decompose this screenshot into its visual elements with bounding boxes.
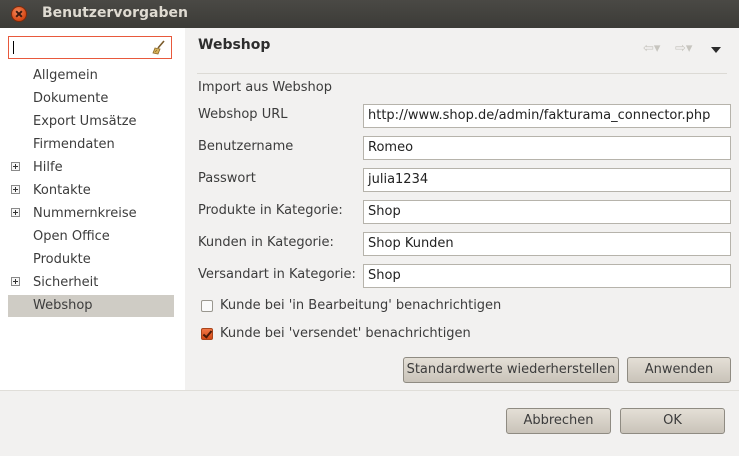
sidebar-item[interactable]: Hilfe (8, 157, 174, 179)
text-field[interactable]: Romeo (363, 136, 731, 160)
field-label: Webshop URL (198, 107, 288, 122)
close-icon[interactable] (11, 6, 27, 22)
title-bar: Benutzervorgaben (0, 0, 739, 28)
sidebar-item-label: Sicherheit (33, 275, 99, 290)
sidebar-item[interactable]: Sicherheit (8, 272, 174, 294)
field-label: Benutzername (198, 139, 294, 154)
checkbox[interactable] (201, 300, 213, 312)
text-field[interactable]: julia1234 (363, 168, 731, 192)
sidebar-item[interactable]: Kontakte (8, 180, 174, 202)
sidebar-item-label: Webshop (33, 298, 93, 313)
group-title: Import aus Webshop (198, 80, 332, 95)
sidebar-item-label: Allgemein (33, 68, 98, 83)
ok-button[interactable]: OK (620, 408, 725, 434)
text-field[interactable]: Shop (363, 200, 731, 224)
cancel-button[interactable]: Abbrechen (506, 408, 611, 434)
sidebar-item[interactable]: Nummernkreise (8, 203, 174, 225)
sidebar-item-label: Open Office (33, 229, 110, 244)
sidebar-item[interactable]: Open Office (8, 226, 174, 248)
sidebar-item-label: Produkte (33, 252, 91, 267)
field-label: Kunden in Kategorie: (198, 235, 334, 250)
sidebar-item[interactable]: Firmendaten (8, 134, 174, 156)
sidebar-item[interactable]: Allgemein (8, 65, 174, 87)
title-separator (197, 73, 727, 74)
footer-separator (0, 390, 739, 391)
restore-defaults-button[interactable]: Standardwerte wiederherstellen (403, 357, 619, 383)
sidebar-item[interactable]: Produkte (8, 249, 174, 271)
sidebar-item[interactable]: Dokumente (8, 88, 174, 110)
triangle-down-icon[interactable] (711, 47, 721, 53)
field-label: Produkte in Kategorie: (198, 203, 343, 218)
window-title: Benutzervorgaben (42, 5, 188, 21)
arrow-left-icon[interactable]: ⇦▾ (643, 42, 660, 56)
sidebar-item-label: Hilfe (33, 160, 63, 175)
sidebar-item-label: Export Umsätze (33, 114, 137, 129)
plus-box-icon[interactable] (11, 162, 20, 171)
page-title: Webshop (198, 37, 271, 53)
text-field[interactable]: Shop Kunden (363, 232, 731, 256)
field-label: Versandart in Kategorie: (198, 267, 356, 282)
text-cursor (13, 41, 14, 54)
sidebar-item-label: Nummernkreise (33, 206, 137, 221)
page-navigation: ⇦▾ ⇨▾ (643, 42, 723, 58)
checkbox-label[interactable]: Kunde bei 'in Bearbeitung' benachrichtig… (220, 298, 501, 313)
filter-input[interactable] (8, 36, 172, 59)
checkbox[interactable] (201, 328, 213, 340)
sidebar-item-label: Dokumente (33, 91, 109, 106)
sidebar-item[interactable]: Export Umsätze (8, 111, 174, 133)
plus-box-icon[interactable] (11, 208, 20, 217)
preferences-tree: Allgemein Dokumente Export Umsätze Firmenda… (0, 28, 185, 390)
plus-box-icon[interactable] (11, 277, 20, 286)
preferences-dialog: Benutzervorgaben Allgemein Dokumente Expor… (0, 0, 739, 456)
field-label: Passwort (198, 171, 256, 186)
preference-page: Webshop ⇦▾ ⇨▾ Import aus Webshop Webshop… (185, 28, 739, 390)
sidebar-item[interactable]: Webshop (8, 295, 174, 317)
checkbox-label[interactable]: Kunde bei 'versendet' benachrichtigen (220, 326, 471, 341)
text-field[interactable]: Shop (363, 264, 731, 288)
broom-icon[interactable] (152, 40, 166, 55)
arrow-right-icon[interactable]: ⇨▾ (675, 42, 692, 56)
sidebar-item-label: Firmendaten (33, 137, 115, 152)
apply-button[interactable]: Anwenden (627, 357, 731, 383)
text-field[interactable]: http://www.shop.de/admin/fakturama_conne… (363, 104, 731, 128)
plus-box-icon[interactable] (11, 185, 20, 194)
sidebar-item-label: Kontakte (33, 183, 91, 198)
